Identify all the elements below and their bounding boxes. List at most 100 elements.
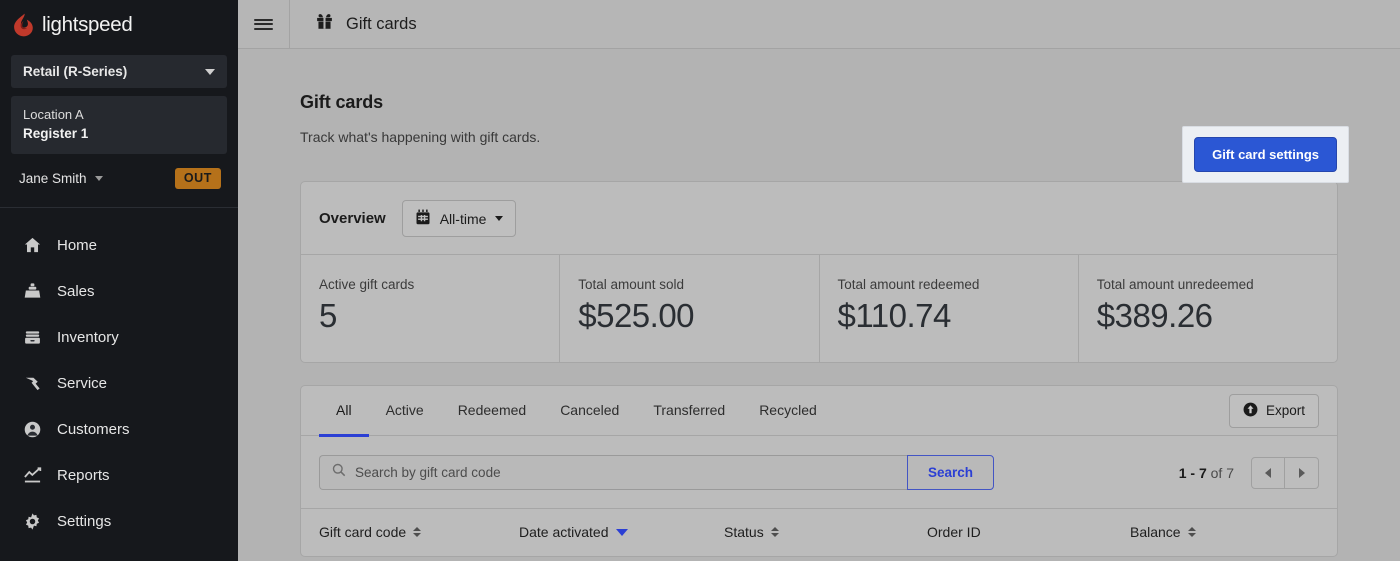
sidebar-item-label: Home bbox=[57, 237, 97, 254]
main-area: Gift cards Gift cards Track what's happe… bbox=[238, 0, 1400, 561]
column-label: Balance bbox=[1130, 524, 1181, 540]
sidebar-item-service[interactable]: Service bbox=[11, 360, 227, 406]
column-label: Order ID bbox=[927, 524, 981, 540]
stat-label: Total amount unredeemed bbox=[1097, 277, 1319, 292]
sidebar-item-label: Inventory bbox=[57, 329, 119, 346]
date-filter-label: All-time bbox=[440, 211, 487, 227]
stat-label: Active gift cards bbox=[319, 277, 541, 292]
app-root: lightspeed Retail (R-Series) Location A … bbox=[0, 0, 1400, 561]
topbar: Gift cards bbox=[238, 0, 1400, 49]
customers-person-icon bbox=[22, 419, 42, 439]
stat-total-amount-redeemed: Total amount redeemed $110.74 bbox=[820, 255, 1079, 362]
page-title: Gift cards bbox=[300, 92, 1338, 113]
inventory-box-icon bbox=[22, 327, 42, 347]
column-header-status[interactable]: Status bbox=[724, 524, 927, 540]
column-header-balance[interactable]: Balance bbox=[1130, 524, 1196, 540]
search-icon bbox=[332, 463, 346, 482]
status-badge: OUT bbox=[175, 168, 221, 189]
gift-icon bbox=[316, 13, 333, 35]
pagination-buttons bbox=[1251, 457, 1319, 489]
service-hammer-icon bbox=[22, 373, 42, 393]
chevron-left-icon bbox=[1265, 468, 1271, 478]
pagination-prev-button[interactable] bbox=[1251, 457, 1285, 489]
column-header-gift-card-code[interactable]: Gift card code bbox=[319, 524, 519, 540]
tab-canceled[interactable]: Canceled bbox=[543, 386, 636, 437]
sidebar-item-label: Settings bbox=[57, 513, 111, 530]
sidebar-item-label: Reports bbox=[57, 467, 110, 484]
stat-active-gift-cards: Active gift cards 5 bbox=[301, 255, 560, 362]
tab-redeemed[interactable]: Redeemed bbox=[441, 386, 544, 437]
gift-cards-table-card: All Active Redeemed Canceled Transferred… bbox=[300, 385, 1338, 557]
calendar-icon bbox=[415, 209, 431, 228]
sort-desc-icon bbox=[616, 529, 628, 536]
table-header-row: Gift card code Date activated Status Ord… bbox=[301, 508, 1337, 556]
user-name: Jane Smith bbox=[19, 171, 87, 186]
status-tabs: All Active Redeemed Canceled Transferred… bbox=[319, 386, 834, 436]
stat-total-amount-unredeemed: Total amount unredeemed $389.26 bbox=[1079, 255, 1337, 362]
stat-label: Total amount sold bbox=[578, 277, 800, 292]
pagination-total: of 7 bbox=[1211, 465, 1234, 481]
series-selector[interactable]: Retail (R-Series) bbox=[11, 55, 227, 88]
location-register-block[interactable]: Location A Register 1 bbox=[11, 96, 227, 154]
stat-label: Total amount redeemed bbox=[838, 277, 1060, 292]
brand-name: lightspeed bbox=[42, 13, 132, 37]
pagination: 1 - 7 of 7 bbox=[1179, 457, 1319, 489]
tabs-row: All Active Redeemed Canceled Transferred… bbox=[301, 386, 1337, 436]
tab-recycled[interactable]: Recycled bbox=[742, 386, 834, 437]
gift-card-settings-highlight: Gift card settings bbox=[1182, 126, 1349, 183]
sidebar-item-label: Service bbox=[57, 375, 107, 392]
sort-both-icon bbox=[413, 527, 421, 537]
search-box: Search bbox=[319, 455, 994, 490]
home-icon bbox=[22, 235, 42, 255]
settings-gear-icon bbox=[22, 511, 42, 531]
reports-chart-icon bbox=[22, 465, 42, 485]
page-header: Gift cards Track what's happening with g… bbox=[300, 49, 1338, 145]
column-label: Gift card code bbox=[319, 524, 406, 540]
column-header-date-activated[interactable]: Date activated bbox=[519, 524, 724, 540]
overview-header: Overview bbox=[301, 182, 1337, 255]
pagination-next-button[interactable] bbox=[1285, 457, 1319, 489]
column-header-order-id: Order ID bbox=[927, 524, 1130, 540]
stats-row: Active gift cards 5 Total amount sold $5… bbox=[301, 255, 1337, 362]
tab-active[interactable]: Active bbox=[369, 386, 441, 437]
sidebar-item-inventory[interactable]: Inventory bbox=[11, 314, 227, 360]
sidebar-item-reports[interactable]: Reports bbox=[11, 452, 227, 498]
search-row: Search 1 - 7 of 7 bbox=[301, 436, 1337, 508]
sidebar-item-settings[interactable]: Settings bbox=[11, 498, 227, 544]
hamburger-menu-icon[interactable] bbox=[238, 0, 290, 49]
export-upload-icon bbox=[1243, 402, 1258, 420]
search-input[interactable] bbox=[355, 465, 895, 480]
tab-transferred[interactable]: Transferred bbox=[636, 386, 742, 437]
lightspeed-flame-logo-icon bbox=[13, 13, 35, 37]
export-label: Export bbox=[1266, 403, 1305, 418]
sidebar-item-label: Sales bbox=[57, 283, 95, 300]
chevron-down-icon bbox=[95, 176, 103, 181]
stat-value: $525.00 bbox=[578, 296, 800, 336]
stat-value: $110.74 bbox=[838, 296, 1060, 336]
date-filter-button[interactable]: All-time bbox=[402, 200, 517, 237]
gift-card-settings-button[interactable]: Gift card settings bbox=[1194, 137, 1337, 172]
chevron-down-icon bbox=[495, 216, 503, 221]
user-menu[interactable]: Jane Smith OUT bbox=[11, 154, 227, 203]
chevron-right-icon bbox=[1299, 468, 1305, 478]
stat-total-amount-sold: Total amount sold $525.00 bbox=[560, 255, 819, 362]
sort-both-icon bbox=[771, 527, 779, 537]
sidebar-item-customers[interactable]: Customers bbox=[11, 406, 227, 452]
overview-title: Overview bbox=[319, 210, 386, 227]
search-button[interactable]: Search bbox=[907, 455, 994, 490]
export-button[interactable]: Export bbox=[1229, 394, 1319, 428]
tab-all[interactable]: All bbox=[319, 386, 369, 437]
pagination-range: 1 - 7 bbox=[1179, 465, 1207, 481]
sidebar-item-label: Customers bbox=[57, 421, 130, 438]
column-label: Status bbox=[724, 524, 764, 540]
chevron-down-icon bbox=[205, 69, 215, 75]
stat-value: 5 bbox=[319, 296, 541, 336]
sidebar-item-home[interactable]: Home bbox=[11, 222, 227, 268]
sidebar-item-sales[interactable]: Sales bbox=[11, 268, 227, 314]
location-label: Location A bbox=[23, 105, 215, 124]
topbar-title-text: Gift cards bbox=[346, 15, 417, 34]
pagination-count: 1 - 7 of 7 bbox=[1179, 465, 1234, 481]
column-label: Date activated bbox=[519, 524, 609, 540]
series-selector-label: Retail (R-Series) bbox=[23, 64, 127, 79]
brand-logo[interactable]: lightspeed bbox=[11, 0, 227, 49]
